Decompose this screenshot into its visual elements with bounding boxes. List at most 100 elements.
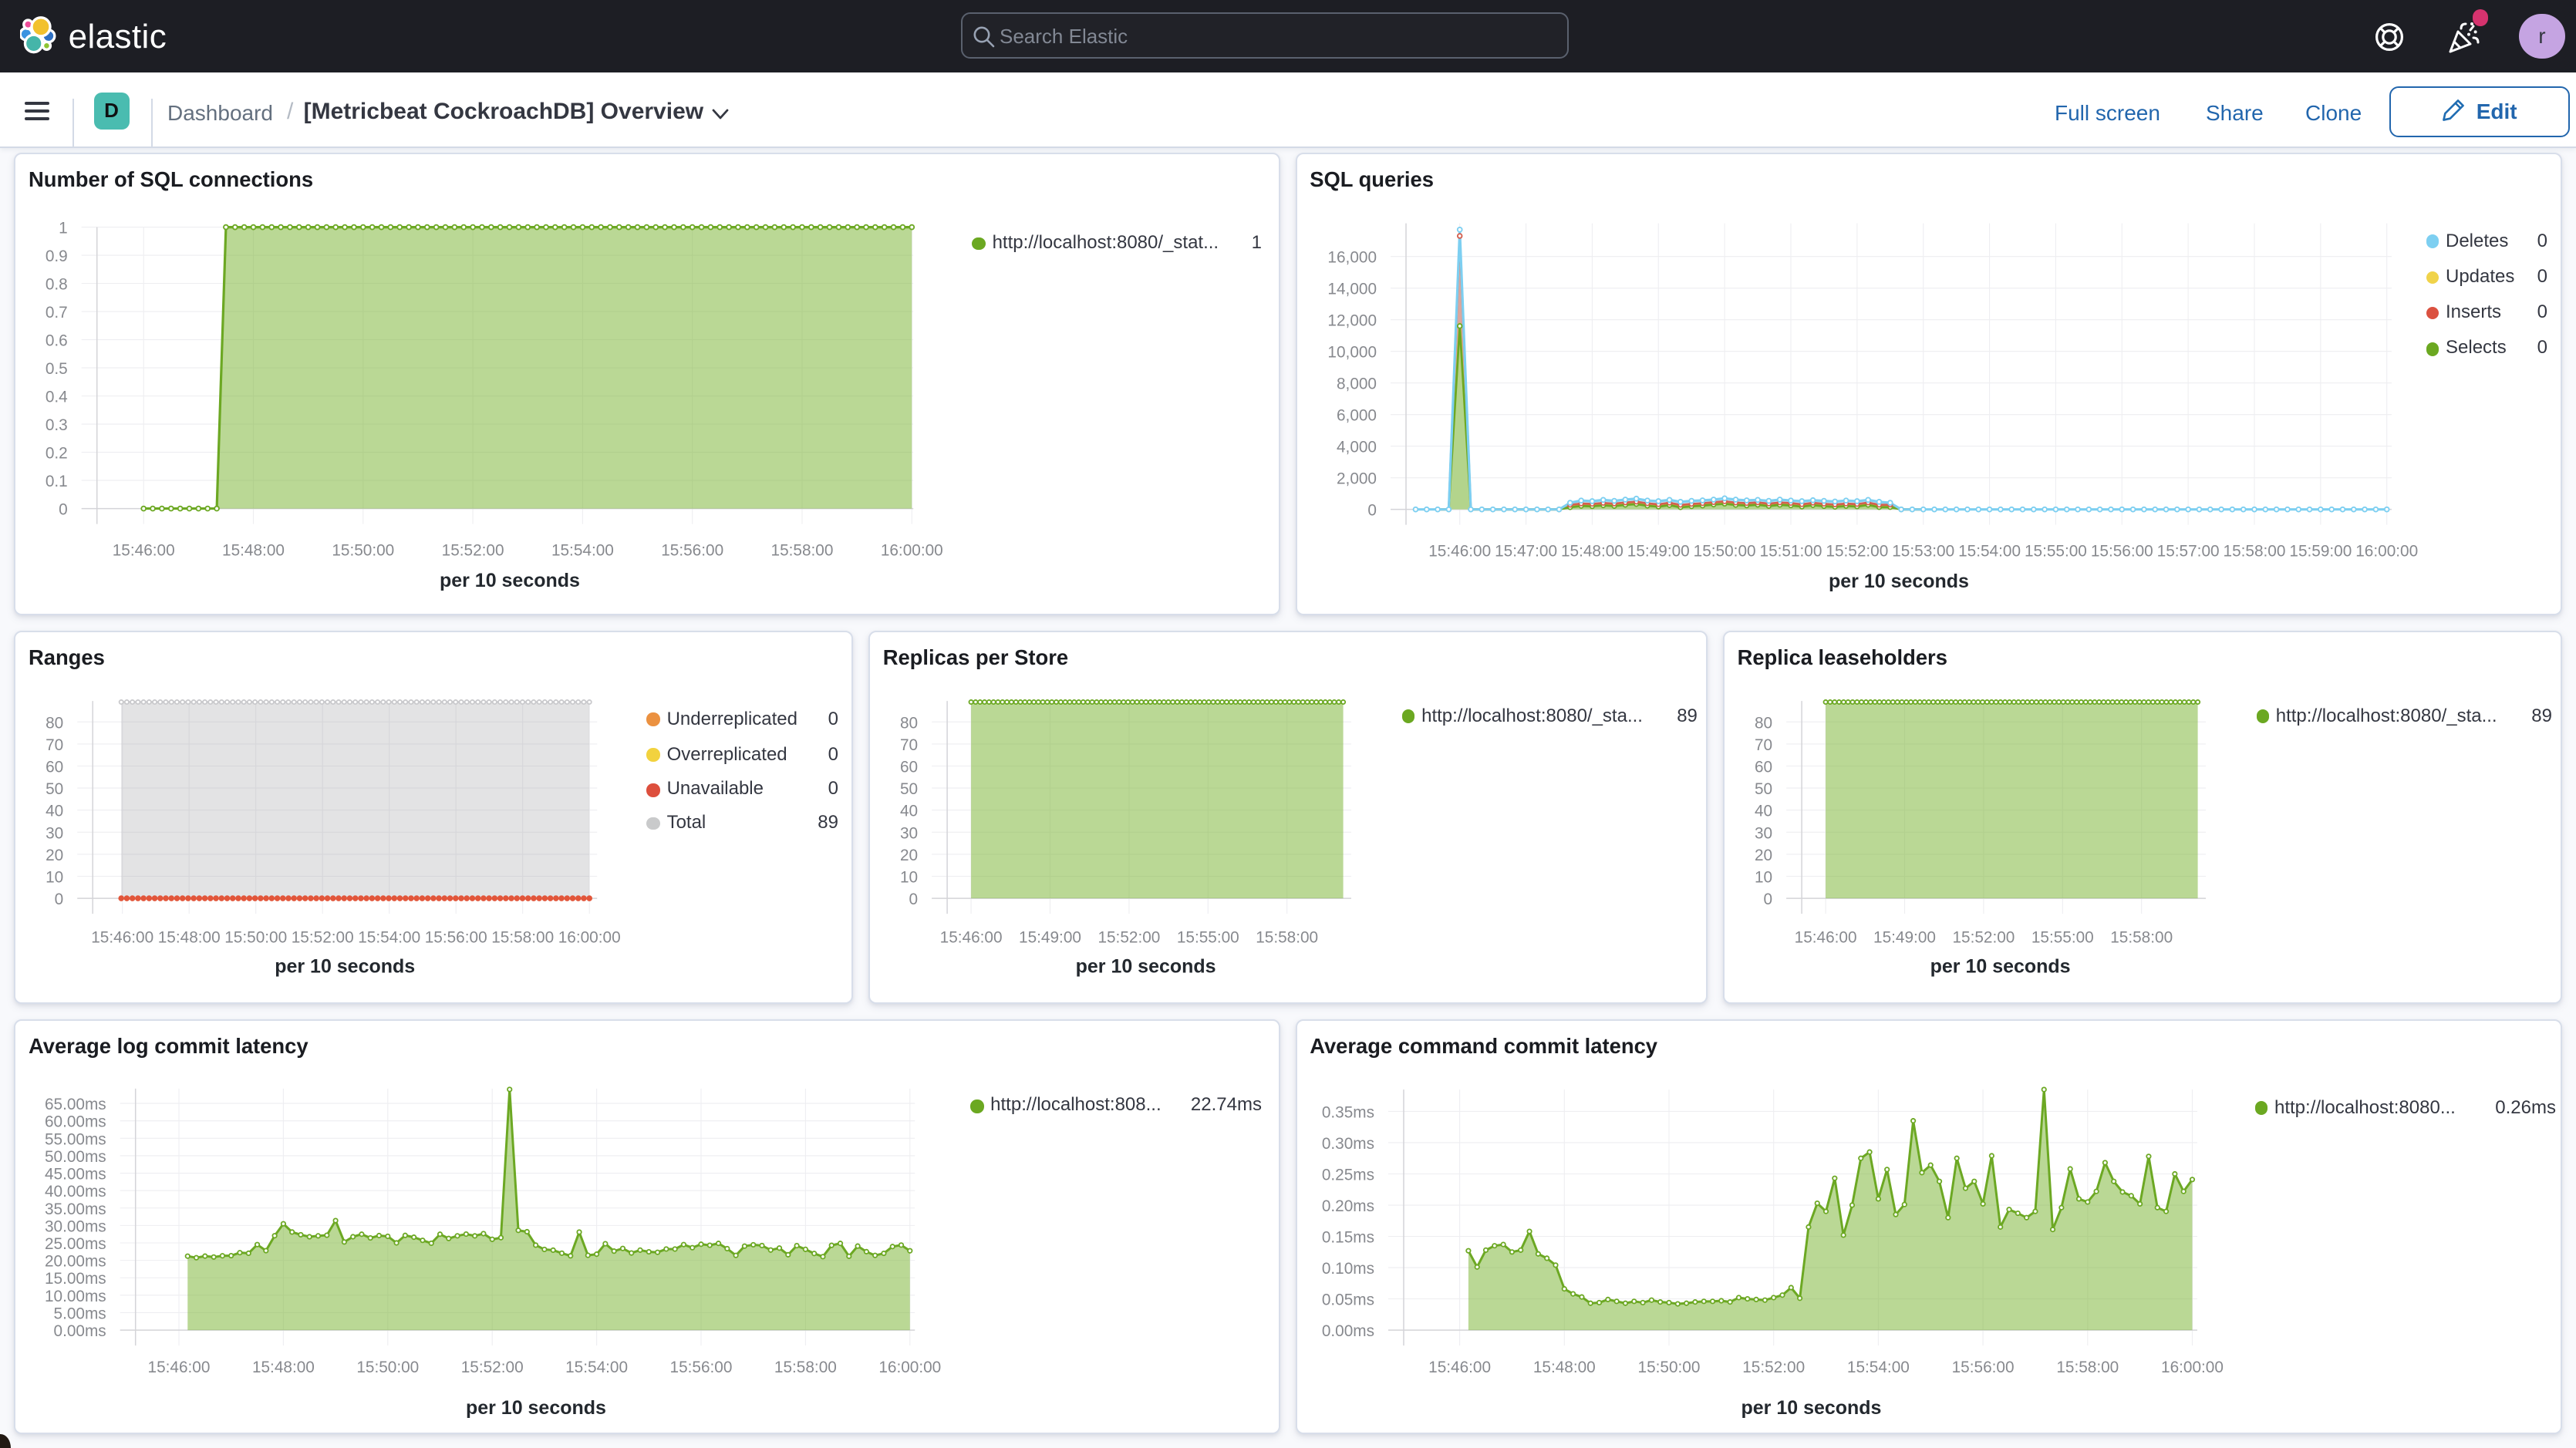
svg-text:10: 10 bbox=[1754, 868, 1772, 886]
svg-text:15:59:00: 15:59:00 bbox=[2288, 543, 2351, 561]
svg-text:15:46:00: 15:46:00 bbox=[113, 542, 175, 560]
svg-text:30: 30 bbox=[899, 824, 917, 842]
svg-text:15:48:00: 15:48:00 bbox=[1532, 1359, 1595, 1376]
svg-text:0.3: 0.3 bbox=[46, 417, 68, 435]
svg-text:15:54:00: 15:54:00 bbox=[551, 542, 614, 560]
svg-text:80: 80 bbox=[46, 714, 63, 732]
svg-text:0.35ms: 0.35ms bbox=[1321, 1103, 1374, 1121]
svg-text:0.7: 0.7 bbox=[46, 305, 68, 322]
svg-text:8,000: 8,000 bbox=[1336, 375, 1376, 393]
svg-text:40: 40 bbox=[46, 802, 63, 820]
svg-text:15:58:00: 15:58:00 bbox=[774, 1359, 837, 1376]
svg-text:15:52:00: 15:52:00 bbox=[1741, 1359, 1804, 1376]
svg-text:4,000: 4,000 bbox=[1336, 439, 1376, 456]
svg-text:per 10 seconds: per 10 seconds bbox=[1741, 1396, 1881, 1418]
svg-text:0.20ms: 0.20ms bbox=[1321, 1197, 1374, 1215]
svg-text:0.9: 0.9 bbox=[46, 248, 68, 266]
svg-text:15:50:00: 15:50:00 bbox=[224, 928, 287, 946]
svg-text:15:52:00: 15:52:00 bbox=[461, 1359, 524, 1376]
svg-text:15:47:00: 15:47:00 bbox=[1494, 543, 1556, 561]
svg-text:45.00ms: 45.00ms bbox=[45, 1165, 106, 1183]
svg-text:0: 0 bbox=[909, 890, 918, 908]
svg-text:15:48:00: 15:48:00 bbox=[158, 928, 221, 946]
svg-text:16:00:00: 16:00:00 bbox=[878, 1359, 941, 1376]
svg-text:70: 70 bbox=[899, 736, 917, 753]
svg-text:0: 0 bbox=[1367, 502, 1376, 520]
svg-text:60: 60 bbox=[1754, 758, 1772, 776]
svg-text:20: 20 bbox=[1754, 846, 1772, 864]
svg-text:15:53:00: 15:53:00 bbox=[1891, 543, 1954, 561]
svg-text:16:00:00: 16:00:00 bbox=[2355, 543, 2417, 561]
svg-text:15:54:00: 15:54:00 bbox=[1846, 1359, 1909, 1376]
svg-text:15:50:00: 15:50:00 bbox=[1637, 1359, 1700, 1376]
svg-text:15:49:00: 15:49:00 bbox=[1019, 928, 1081, 946]
svg-text:15:48:00: 15:48:00 bbox=[222, 542, 285, 560]
svg-text:6,000: 6,000 bbox=[1336, 407, 1376, 425]
svg-text:15:55:00: 15:55:00 bbox=[1176, 928, 1239, 946]
svg-text:15:52:00: 15:52:00 bbox=[441, 542, 504, 560]
svg-text:70: 70 bbox=[46, 736, 63, 753]
svg-text:16,000: 16,000 bbox=[1327, 249, 1376, 267]
svg-text:15:52:00: 15:52:00 bbox=[1097, 928, 1160, 946]
svg-text:70: 70 bbox=[1754, 736, 1772, 753]
svg-text:15:46:00: 15:46:00 bbox=[1794, 928, 1856, 946]
svg-text:15:57:00: 15:57:00 bbox=[2156, 543, 2219, 561]
svg-text:10.00ms: 10.00ms bbox=[45, 1287, 106, 1305]
svg-text:0.5: 0.5 bbox=[46, 361, 68, 379]
svg-text:16:00:00: 16:00:00 bbox=[2160, 1359, 2223, 1376]
svg-text:per 10 seconds: per 10 seconds bbox=[1930, 955, 2070, 977]
svg-text:14,000: 14,000 bbox=[1327, 281, 1376, 298]
svg-text:80: 80 bbox=[1754, 714, 1772, 732]
svg-text:40.00ms: 40.00ms bbox=[45, 1183, 106, 1200]
svg-text:10: 10 bbox=[899, 868, 917, 886]
svg-text:0.4: 0.4 bbox=[46, 389, 68, 406]
svg-text:25.00ms: 25.00ms bbox=[45, 1234, 106, 1252]
svg-text:40: 40 bbox=[899, 802, 917, 820]
svg-text:0.05ms: 0.05ms bbox=[1321, 1291, 1374, 1308]
svg-text:20: 20 bbox=[899, 846, 917, 864]
svg-text:15:50:00: 15:50:00 bbox=[332, 542, 394, 560]
svg-text:15:50:00: 15:50:00 bbox=[1693, 543, 1755, 561]
svg-text:15:58:00: 15:58:00 bbox=[770, 542, 833, 560]
svg-text:12,000: 12,000 bbox=[1327, 312, 1376, 330]
svg-text:15:48:00: 15:48:00 bbox=[1560, 543, 1623, 561]
svg-text:5.00ms: 5.00ms bbox=[53, 1305, 106, 1322]
svg-text:per 10 seconds: per 10 seconds bbox=[1828, 571, 1968, 592]
svg-text:0: 0 bbox=[1763, 890, 1772, 908]
svg-text:50: 50 bbox=[899, 780, 917, 797]
svg-text:0.25ms: 0.25ms bbox=[1321, 1166, 1374, 1184]
svg-text:15:56:00: 15:56:00 bbox=[425, 928, 487, 946]
svg-text:15:46:00: 15:46:00 bbox=[939, 928, 1002, 946]
svg-text:15:56:00: 15:56:00 bbox=[2090, 543, 2153, 561]
svg-text:60.00ms: 60.00ms bbox=[45, 1113, 106, 1130]
svg-text:15:46:00: 15:46:00 bbox=[91, 928, 153, 946]
svg-text:15:49:00: 15:49:00 bbox=[1627, 543, 1689, 561]
svg-text:15:56:00: 15:56:00 bbox=[1951, 1359, 2014, 1376]
svg-text:35.00ms: 35.00ms bbox=[45, 1200, 106, 1217]
svg-text:15:46:00: 15:46:00 bbox=[147, 1359, 210, 1376]
svg-text:15:54:00: 15:54:00 bbox=[358, 928, 420, 946]
svg-text:40: 40 bbox=[1754, 802, 1772, 820]
svg-text:15:51:00: 15:51:00 bbox=[1759, 543, 1822, 561]
svg-text:15:58:00: 15:58:00 bbox=[1256, 928, 1318, 946]
svg-text:per 10 seconds: per 10 seconds bbox=[1075, 955, 1216, 977]
svg-text:0.00ms: 0.00ms bbox=[53, 1322, 106, 1340]
svg-text:15:50:00: 15:50:00 bbox=[356, 1359, 419, 1376]
svg-text:10: 10 bbox=[46, 868, 63, 886]
svg-text:0.2: 0.2 bbox=[46, 445, 68, 463]
svg-text:16:00:00: 16:00:00 bbox=[558, 928, 621, 946]
svg-text:15:58:00: 15:58:00 bbox=[2223, 543, 2285, 561]
svg-text:30: 30 bbox=[46, 824, 63, 842]
svg-text:20.00ms: 20.00ms bbox=[45, 1252, 106, 1270]
svg-text:50.00ms: 50.00ms bbox=[45, 1147, 106, 1165]
svg-text:0.1: 0.1 bbox=[46, 473, 68, 491]
svg-text:50: 50 bbox=[46, 780, 63, 797]
svg-text:0.00ms: 0.00ms bbox=[1321, 1322, 1374, 1340]
svg-text:0: 0 bbox=[59, 501, 68, 519]
svg-text:15:58:00: 15:58:00 bbox=[2055, 1359, 2118, 1376]
svg-text:80: 80 bbox=[899, 714, 917, 732]
svg-text:15:55:00: 15:55:00 bbox=[2024, 543, 2086, 561]
svg-text:15:46:00: 15:46:00 bbox=[1428, 1359, 1490, 1376]
svg-text:10,000: 10,000 bbox=[1327, 344, 1376, 362]
svg-text:15:49:00: 15:49:00 bbox=[1873, 928, 1935, 946]
